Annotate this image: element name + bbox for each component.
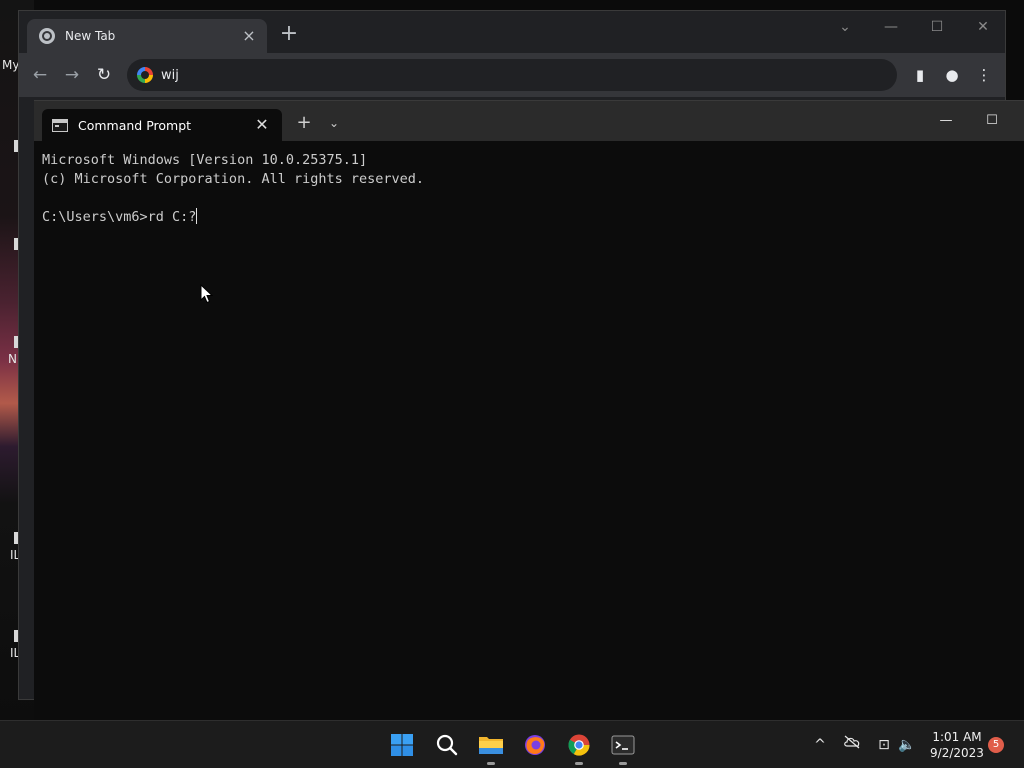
volume-icon[interactable]: 🔈	[897, 735, 917, 755]
terminal-line: Microsoft Windows [Version 10.0.25375.1]	[42, 152, 368, 168]
terminal-titlebar[interactable]: Command Prompt ✕ + ⌄ — ☐	[34, 101, 1024, 141]
side-panel-icon[interactable]: ▮	[909, 64, 931, 86]
terminal-command: C:\Users\vm6>rd C:?	[42, 209, 197, 225]
network-icon[interactable]: ⊡	[874, 735, 894, 755]
close-tab-icon[interactable]: ×	[241, 28, 257, 44]
chevron-down-icon[interactable]: ⌄	[326, 115, 342, 131]
forward-arrow-icon[interactable]: →	[61, 64, 83, 86]
new-tab-button[interactable]: +	[279, 23, 299, 45]
terminal-minimize-button[interactable]: —	[934, 111, 958, 131]
terminal-line: (c) Microsoft Corporation. All rights re…	[42, 171, 425, 187]
chrome-tabstrip: New Tab × + ⌄ — ☐ ✕	[19, 11, 1005, 53]
taskbar-terminal[interactable]	[607, 729, 639, 765]
terminal-icon	[611, 735, 635, 755]
chrome-favicon-icon	[39, 28, 55, 44]
chrome-minimize-button[interactable]: —	[879, 17, 903, 37]
taskbar: ^ ⊡ 🔈 1:01 AM 9/2/2023 5	[0, 720, 1024, 768]
mouse-pointer-icon	[200, 284, 214, 304]
terminal-maximize-button[interactable]: ☐	[980, 111, 1004, 131]
taskbar-file-explorer[interactable]	[475, 729, 507, 765]
chrome-menu-icon[interactable]: ⋮	[973, 64, 995, 86]
folder-icon	[479, 737, 503, 754]
google-icon	[137, 67, 153, 83]
taskbar-clock[interactable]: 1:01 AM 9/2/2023	[928, 729, 986, 761]
search-icon	[436, 734, 458, 756]
taskbar-chrome[interactable]	[563, 729, 595, 765]
terminal-output[interactable]: Microsoft Windows [Version 10.0.25375.1]…	[42, 151, 1014, 720]
terminal-tab-title: Command Prompt	[78, 117, 192, 133]
profile-icon[interactable]: ●	[941, 64, 963, 86]
running-indicator	[575, 762, 583, 765]
running-indicator	[619, 762, 627, 765]
chrome-toolbar: ← → ↻ wij ▮ ● ⋮	[19, 53, 1005, 97]
show-hidden-icons-chevron-icon[interactable]: ^	[810, 735, 830, 755]
notification-badge[interactable]: 5	[988, 737, 1004, 753]
terminal-window: Command Prompt ✕ + ⌄ — ☐ Microsoft Windo…	[34, 100, 1024, 720]
desktop-icon-label[interactable]: N	[8, 352, 17, 366]
firefox-icon	[525, 735, 545, 755]
taskbar-search-button[interactable]	[431, 729, 463, 761]
chrome-icon	[568, 734, 590, 756]
chrome-close-button[interactable]: ✕	[971, 17, 995, 37]
terminal-prompt-line[interactable]: C:\Users\vm6>rd C:?	[42, 208, 1014, 227]
taskbar-firefox[interactable]	[519, 729, 551, 761]
address-bar[interactable]: wij	[127, 59, 897, 91]
address-bar-text[interactable]: wij	[161, 68, 179, 83]
windows-logo-icon	[391, 734, 413, 756]
clock-date: 9/2/2023	[930, 746, 984, 760]
tab-search-icon[interactable]: ⌄	[833, 17, 857, 37]
desktop-icon-label[interactable]: My	[2, 58, 19, 72]
text-caret	[196, 208, 198, 224]
running-indicator	[487, 762, 495, 765]
back-arrow-icon[interactable]: ←	[29, 64, 51, 86]
start-button[interactable]	[386, 729, 418, 761]
onedrive-offline-icon[interactable]	[842, 735, 862, 755]
terminal-tab-command-prompt[interactable]: Command Prompt ✕	[42, 109, 282, 141]
clock-time: 1:01 AM	[932, 730, 982, 744]
chrome-tab-new-tab[interactable]: New Tab ×	[27, 19, 267, 53]
chrome-tab-title: New Tab	[65, 29, 116, 43]
close-tab-icon[interactable]: ✕	[254, 117, 270, 133]
reload-icon[interactable]: ↻	[93, 64, 115, 86]
chrome-maximize-button[interactable]: ☐	[925, 17, 949, 37]
new-tab-button[interactable]: +	[296, 114, 312, 132]
command-prompt-icon	[52, 118, 68, 132]
